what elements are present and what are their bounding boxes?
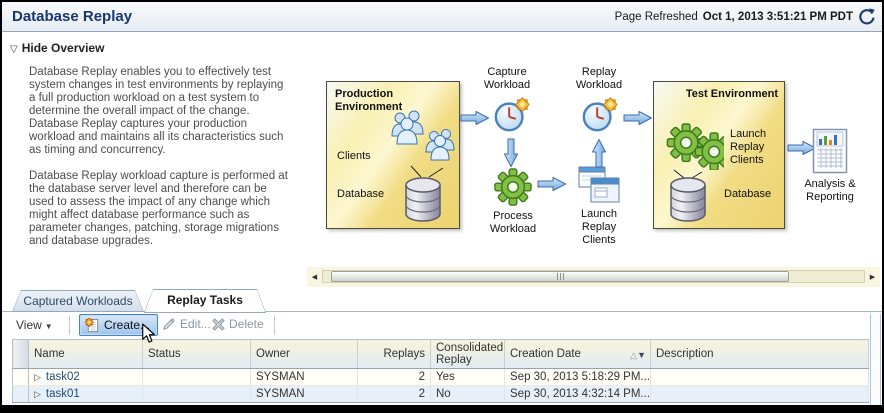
owner-cell: SYSMAN <box>251 386 358 403</box>
consolidated-cell: No <box>431 386 505 403</box>
flow-arrow-down-icon <box>503 138 519 168</box>
column-header-name[interactable]: Name <box>29 340 143 369</box>
database-replay-page: Database Replay Page Refreshed Oct 1, 20… <box>0 0 884 413</box>
row-selector-cell[interactable] <box>13 369 29 386</box>
tab-replay-tasks[interactable]: Replay Tasks <box>144 289 266 313</box>
delete-button[interactable]: Delete <box>212 317 264 331</box>
creation-date-cell: Sep 30, 2013 4:32:14 PM... <box>505 386 651 403</box>
test-environment-title: Test Environment <box>654 88 778 101</box>
analysis-report-icon <box>812 128 848 174</box>
page-refreshed-label: Page Refreshed <box>615 11 698 23</box>
database-label: Database <box>724 188 771 200</box>
column-header-creation-date[interactable]: Creation Date △▼ <box>505 340 651 369</box>
hide-overview-toggle[interactable]: ▽Hide Overview <box>10 41 104 55</box>
page-title: Database Replay <box>2 8 132 25</box>
scrollbar-thumb[interactable] <box>331 271 789 282</box>
name-cell: ▷ task01 <box>29 386 143 403</box>
replays-cell: 2 <box>358 369 431 386</box>
replays-cell: 2 <box>358 386 431 403</box>
replay-workload-label: Replay Workload <box>559 66 639 92</box>
table-vertical-scrollbar[interactable] <box>870 314 881 405</box>
status-cell <box>143 386 251 403</box>
process-workload-label: Process Workload <box>471 210 555 236</box>
table-row[interactable]: ▷ task01 SYSMAN 2 No Sep 30, 2013 4:32:14… <box>13 386 869 403</box>
database-label: Database <box>337 188 384 200</box>
scroll-right-arrow-icon[interactable]: ▶ <box>866 267 879 287</box>
expand-row-icon[interactable]: ▷ <box>34 389 41 399</box>
creation-date-cell: Sep 30, 2013 5:18:29 PM... <box>505 369 651 386</box>
status-cell <box>143 369 251 386</box>
name-cell: ▷ task02 <box>29 369 143 386</box>
launch-replay-clients-windows-icon <box>578 166 620 204</box>
column-header-status[interactable]: Status <box>143 340 251 369</box>
capture-workload-clock-icon <box>493 96 531 134</box>
page-refreshed-timestamp: Oct 1, 2013 3:51:21 PM PDT <box>703 11 853 23</box>
replay-workload-clock-icon <box>581 96 619 134</box>
flow-arrow-icon <box>460 110 490 126</box>
delete-x-icon <box>212 318 225 331</box>
diagram-horizontal-scrollbar[interactable]: ◀ ▶ <box>307 267 880 287</box>
mouse-cursor-icon <box>141 323 156 344</box>
overview-text: Database Replay enables you to effective… <box>29 66 289 248</box>
view-menu-button[interactable]: View▼ <box>16 318 53 332</box>
pencil-icon <box>162 317 176 331</box>
flow-arrow-icon <box>623 110 653 126</box>
column-header-owner[interactable]: Owner <box>251 340 358 369</box>
column-header-description[interactable]: Description <box>651 340 869 369</box>
analysis-reporting-label: Analysis & Reporting <box>787 178 873 204</box>
consolidated-cell: Yes <box>431 369 505 386</box>
flow-arrow-icon <box>535 176 569 192</box>
disclosure-triangle-icon: ▽ <box>10 44 18 55</box>
clients-label: Clients <box>337 150 371 162</box>
tab-captured-workloads[interactable]: Captured Workloads <box>12 290 144 312</box>
table-row[interactable]: ▷ task02 SYSMAN 2 Yes Sep 30, 2013 5:18:2… <box>13 369 869 386</box>
scrollbar-track[interactable] <box>322 270 865 283</box>
new-document-star-icon <box>85 318 100 333</box>
task-link[interactable]: task02 <box>46 371 80 383</box>
database-icon <box>668 176 708 224</box>
launch-replay-clients-label: Launch Replay Clients <box>565 208 633 247</box>
row-selector-cell[interactable] <box>13 386 29 403</box>
capture-workload-label: Capture Workload <box>465 66 549 92</box>
process-workload-gear-icon <box>494 168 532 206</box>
page-header: Database Replay Page Refreshed Oct 1, 20… <box>2 2 882 32</box>
description-cell <box>651 386 869 403</box>
chevron-down-icon: ▼ <box>45 322 53 331</box>
description-cell <box>651 369 869 386</box>
replay-tasks-toolbar: View▼ Create... Edit... Delete <box>2 313 882 339</box>
row-selector-column-header <box>13 340 29 369</box>
replay-clients-gears-icon <box>658 122 724 170</box>
column-header-consolidated-replay[interactable]: Consolidated Replay <box>431 340 505 369</box>
production-environment-box: Production Environment Clients Database <box>326 81 460 229</box>
sort-descending-icon[interactable]: ▼ <box>637 350 646 360</box>
overview-paragraph-1: Database Replay enables you to effective… <box>29 66 289 157</box>
overview-diagram: Production Environment Clients Database … <box>307 62 882 266</box>
refresh-icon[interactable] <box>858 8 875 25</box>
replay-tasks-table: Name Status Owner Replays Consolidated R… <box>12 339 869 403</box>
owner-cell: SYSMAN <box>251 369 358 386</box>
test-environment-box: Test Environment Launch Replay Clients D… <box>653 81 785 229</box>
database-icon <box>403 176 443 224</box>
scroll-left-arrow-icon[interactable]: ◀ <box>308 267 321 287</box>
workload-tabs: Captured Workloads Replay Tasks <box>2 289 882 312</box>
task-link[interactable]: task01 <box>46 388 80 400</box>
launch-replay-clients-label: Launch Replay Clients <box>730 128 782 167</box>
clients-icon <box>391 108 463 170</box>
overview-paragraph-2: Database Replay workload capture is perf… <box>29 170 289 248</box>
edit-button[interactable]: Edit... <box>162 317 211 331</box>
expand-row-icon[interactable]: ▷ <box>34 372 41 382</box>
column-header-replays[interactable]: Replays <box>358 340 431 369</box>
flow-arrow-up-icon <box>591 138 607 168</box>
